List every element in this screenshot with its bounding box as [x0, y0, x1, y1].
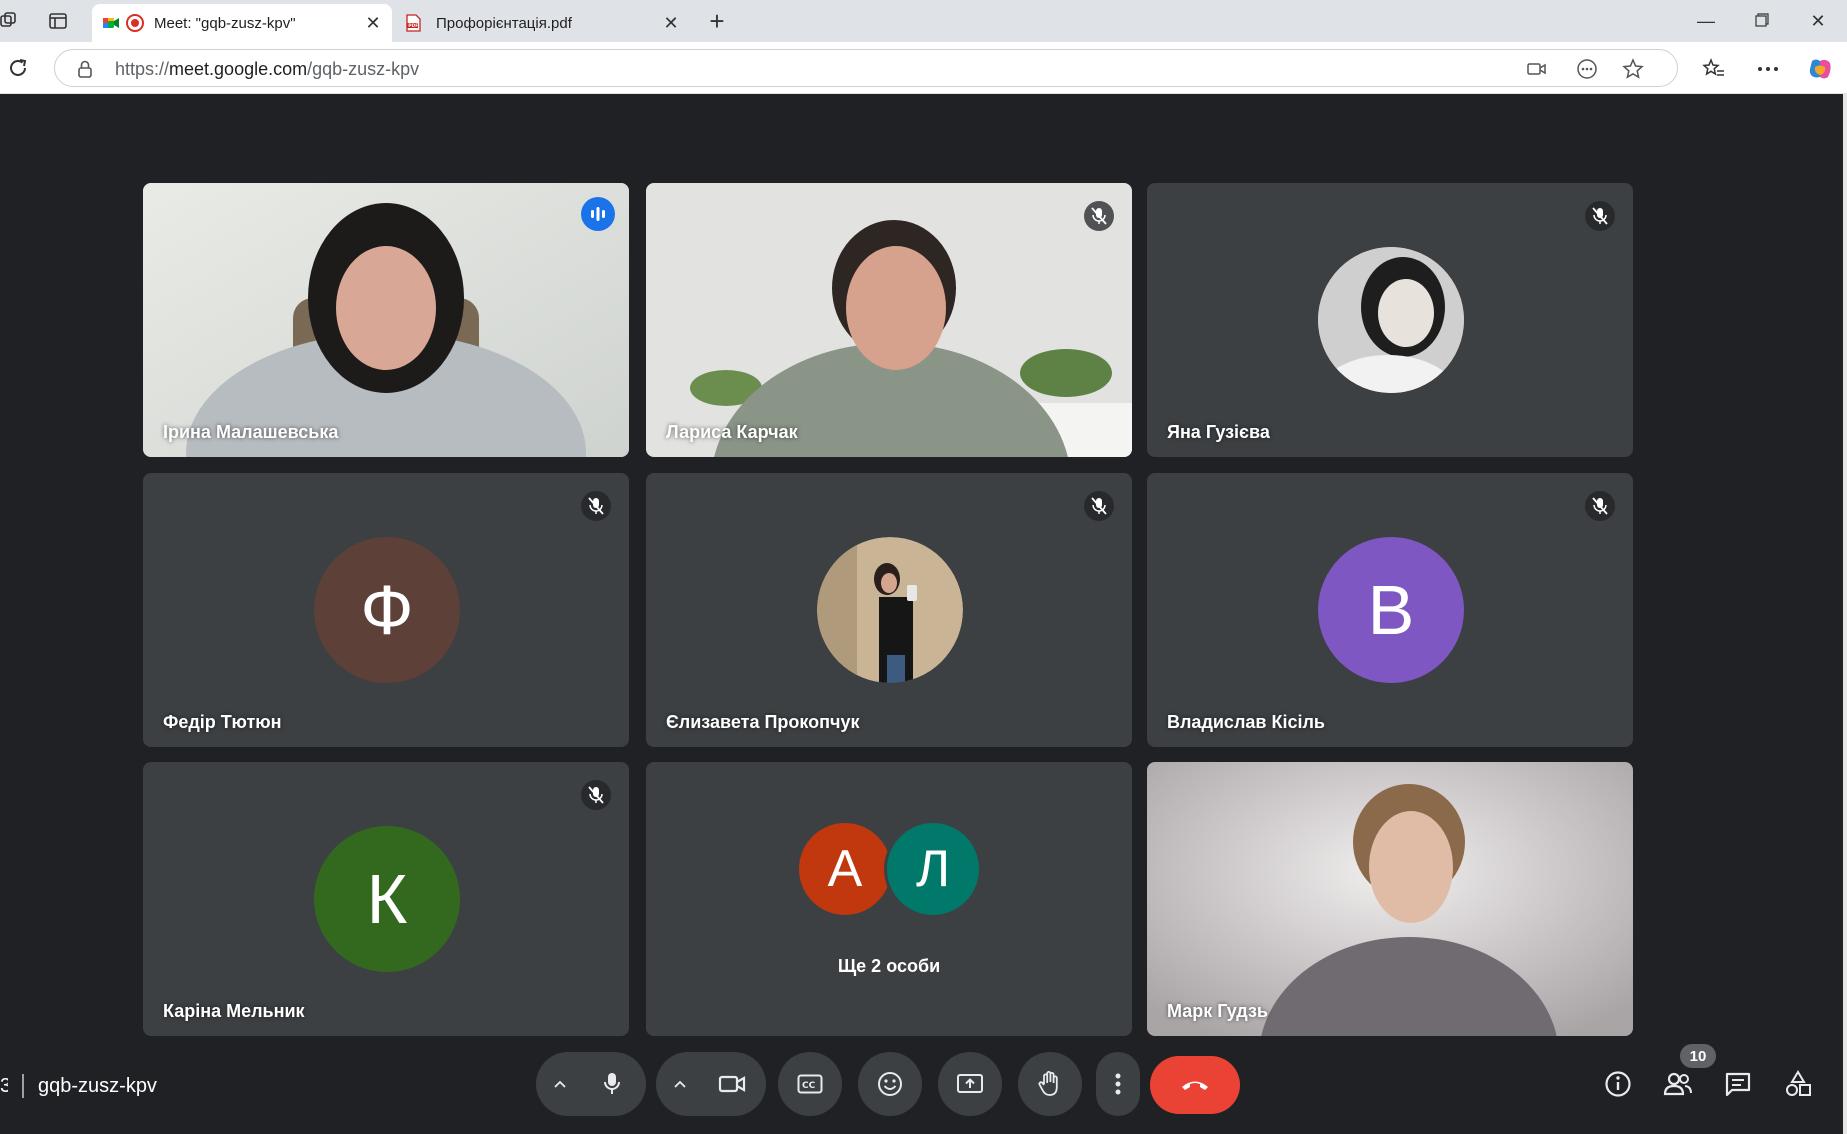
divider — [22, 1074, 24, 1098]
workspaces-icon[interactable] — [0, 9, 20, 33]
mic-off-icon — [1084, 491, 1114, 521]
chat-icon[interactable] — [1722, 1068, 1754, 1100]
participant-tile[interactable]: К Каріна Мельник — [143, 762, 629, 1036]
participant-avatar: А — [796, 820, 894, 918]
mic-control-group — [536, 1052, 646, 1116]
svg-text:CC: CC — [802, 1081, 816, 1091]
participant-video — [1147, 762, 1633, 1036]
pdf-file-icon: PDF — [406, 14, 421, 32]
svg-text:PDF: PDF — [408, 23, 418, 29]
browser-essentials-icon[interactable] — [1575, 58, 1599, 80]
participant-tile[interactable]: Єлизавета Прокопчук — [646, 473, 1132, 747]
tab-title: Профорієнтація.pdf — [436, 14, 572, 32]
restore-icon[interactable] — [1742, 8, 1782, 34]
more-vertical-icon — [1115, 1073, 1121, 1095]
meeting-info-icon[interactable] — [1602, 1068, 1634, 1100]
participant-tile[interactable]: В Владислав Кісіль — [1147, 473, 1633, 747]
minimize-icon[interactable]: — — [1686, 8, 1726, 34]
speaking-indicator-icon — [581, 197, 615, 231]
participant-name: Лариса Карчак — [666, 422, 798, 442]
reactions-button[interactable] — [858, 1052, 922, 1116]
participant-avatar: К — [314, 826, 460, 972]
microphone-button[interactable] — [584, 1056, 640, 1112]
participant-tile[interactable]: Ф Федір Тютюн — [143, 473, 629, 747]
participant-avatar: Л — [884, 820, 982, 918]
participant-name: Ірина Малашевська — [163, 422, 339, 442]
url-field[interactable]: https://meet.google.com/gqb-zusz-kpv — [54, 49, 1678, 87]
mic-off-icon — [1585, 491, 1615, 521]
participant-tile[interactable]: Ірина Малашевська — [143, 183, 629, 457]
meeting-details: 3 gqb-zusz-kpv — [0, 1072, 157, 1100]
star-favorite-icon[interactable] — [1621, 58, 1645, 80]
video-settings-caret-icon[interactable] — [656, 1052, 704, 1116]
copilot-icon[interactable] — [1806, 55, 1834, 83]
microphone-icon — [604, 1073, 620, 1094]
participant-tile[interactable]: Лариса Карчак — [646, 183, 1132, 457]
participant-photo — [817, 537, 963, 683]
new-tab-button[interactable]: + — [700, 6, 734, 36]
captions-icon: CC — [797, 1074, 823, 1094]
participant-video — [143, 183, 629, 457]
mic-off-icon — [1585, 201, 1615, 231]
window-scrollbar[interactable] — [1843, 94, 1847, 1134]
activities-icon[interactable] — [1782, 1068, 1814, 1100]
emoji-icon — [878, 1072, 902, 1096]
raise-hand-button[interactable] — [1018, 1052, 1082, 1116]
mic-off-icon — [1084, 201, 1114, 231]
lock-icon[interactable] — [77, 60, 93, 78]
hang-up-icon — [1182, 1081, 1208, 1090]
browser-tab-bar: Meet: "gqb-zusz-kpv" ✕ PDF Профорієнтаці… — [0, 0, 1847, 42]
participant-name: Яна Гузієва — [1167, 422, 1270, 442]
camera-control-group — [656, 1052, 766, 1116]
participant-avatar: В — [1318, 537, 1464, 683]
meeting-code: gqb-zusz-kpv — [38, 1074, 157, 1097]
google-meet-icon — [103, 18, 119, 28]
participant-name: Владислав Кісіль — [1167, 712, 1325, 732]
participant-name: Марк Гудзь — [1167, 1001, 1268, 1021]
leave-call-button[interactable] — [1150, 1056, 1240, 1114]
tab-meet[interactable]: Meet: "gqb-zusz-kpv" ✕ — [92, 4, 392, 42]
present-screen-button[interactable] — [938, 1052, 1002, 1116]
camera-button[interactable] — [704, 1056, 760, 1112]
close-tab-icon[interactable]: ✕ — [660, 13, 682, 34]
participant-name: Єлизавета Прокопчук — [666, 712, 860, 732]
more-participants-tile[interactable]: А Л Ще 2 особи — [646, 762, 1132, 1036]
camera-in-use-icon[interactable] — [1525, 58, 1549, 80]
participant-photo — [1318, 247, 1464, 393]
more-options-icon[interactable] — [1754, 55, 1782, 83]
meeting-clock: 3 — [0, 1074, 8, 1097]
participant-avatar: Ф — [314, 537, 460, 683]
close-window-icon[interactable]: ✕ — [1798, 8, 1838, 34]
more-options-button[interactable] — [1096, 1052, 1140, 1116]
tab-title: Meet: "gqb-zusz-kpv" — [154, 14, 296, 32]
reload-icon[interactable] — [4, 54, 32, 82]
tab-pdf[interactable]: PDF Профорієнтація.pdf ✕ — [394, 4, 690, 42]
recording-icon — [126, 14, 144, 32]
people-count-badge: 10 — [1680, 1044, 1716, 1068]
close-tab-icon[interactable]: ✕ — [362, 13, 384, 34]
tab-actions-icon[interactable] — [46, 9, 70, 33]
participant-name: Федір Тютюн — [163, 712, 282, 732]
captions-button[interactable]: CC — [778, 1052, 842, 1116]
participant-tile[interactable]: Марк Гудзь — [1147, 762, 1633, 1036]
participant-tile[interactable]: Яна Гузієва — [1147, 183, 1633, 457]
mic-off-icon — [581, 780, 611, 810]
present-screen-icon — [957, 1074, 983, 1093]
address-bar: https://meet.google.com/gqb-zusz-kpv — [0, 42, 1847, 94]
participant-name: Каріна Мельник — [163, 1001, 305, 1021]
mic-off-icon — [581, 491, 611, 521]
people-icon[interactable] — [1662, 1068, 1694, 1100]
camera-icon — [718, 1075, 746, 1093]
audio-settings-caret-icon[interactable] — [536, 1052, 584, 1116]
url-text: https://meet.google.com/gqb-zusz-kpv — [115, 59, 420, 79]
participant-video — [646, 183, 1132, 457]
raise-hand-icon — [1038, 1071, 1058, 1096]
more-participants-label: Ще 2 особи — [837, 956, 941, 976]
favorites-icon[interactable] — [1700, 55, 1728, 83]
